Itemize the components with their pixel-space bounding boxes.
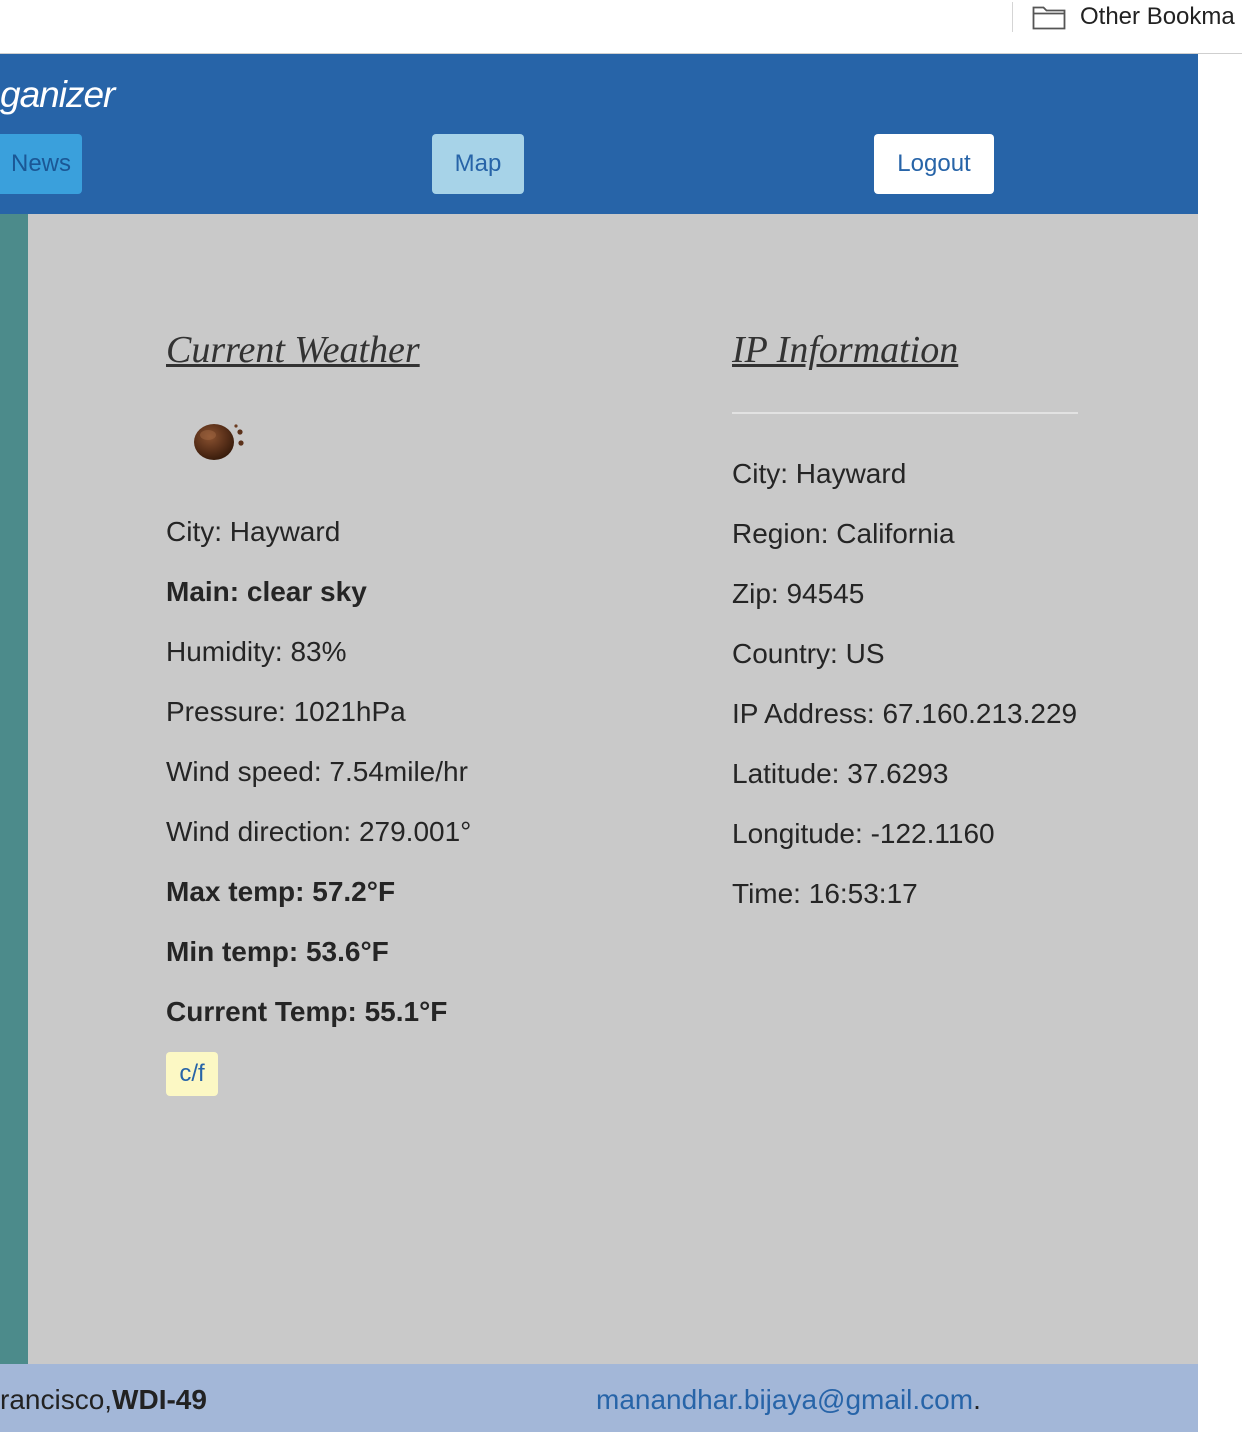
weather-min-temp: Min temp: 53.6°F bbox=[166, 936, 389, 967]
ip-region: Region: California bbox=[732, 518, 955, 549]
ip-time: Time: 16:53:17 bbox=[732, 878, 918, 909]
weather-max-temp: Max temp: 57.2°F bbox=[166, 876, 396, 907]
unit-toggle-button[interactable]: c/f bbox=[166, 1052, 218, 1096]
side-bar bbox=[0, 214, 28, 1364]
footer: rancisco,WDI-49 manandhar.bijaya@gmail.c… bbox=[0, 1364, 1198, 1432]
main-content: Current Weather City: Hayward Main: clea… bbox=[0, 214, 1198, 1364]
folder-icon bbox=[1032, 6, 1066, 30]
ip-divider bbox=[732, 412, 1078, 414]
weather-humidity: Humidity: 83% bbox=[166, 636, 347, 667]
navbar: ganizer News Map Logout bbox=[0, 54, 1198, 214]
ip-latitude: Latitude: 37.6293 bbox=[732, 758, 949, 789]
ip-longitude: Longitude: -122.1160 bbox=[732, 818, 995, 849]
footer-course: WDI-49 bbox=[112, 1384, 207, 1415]
weather-pressure: Pressure: 1021hPa bbox=[166, 696, 406, 727]
other-bookmarks-button[interactable]: Other Bookma bbox=[1032, 2, 1235, 32]
weather-city: City: Hayward bbox=[166, 516, 341, 547]
weather-title: Current Weather bbox=[166, 329, 420, 371]
footer-credit: rancisco,WDI-49 bbox=[0, 1384, 207, 1416]
window-right-margin bbox=[1198, 54, 1242, 1432]
brand-title[interactable]: ganizer bbox=[0, 74, 115, 116]
other-bookmarks-label: Other Bookma bbox=[1080, 3, 1235, 30]
ip-country: Country: US bbox=[732, 638, 885, 669]
weather-main: Main: clear sky bbox=[166, 576, 367, 607]
weather-icon bbox=[194, 424, 244, 460]
map-button[interactable]: Map bbox=[432, 134, 524, 194]
bookmark-separator bbox=[1012, 2, 1013, 32]
weather-current-temp: Current Temp: 55.1°F bbox=[166, 996, 448, 1027]
footer-location: rancisco, bbox=[0, 1384, 113, 1415]
footer-contact: manandhar.bijaya@gmail.com. bbox=[596, 1384, 981, 1416]
ip-info-title: IP Information bbox=[732, 329, 959, 371]
weather-wind-direction: Wind direction: 279.001° bbox=[166, 816, 472, 847]
ip-city: City: Hayward bbox=[732, 458, 907, 489]
weather-wind-speed: Wind speed: 7.54mile/hr bbox=[166, 756, 468, 787]
footer-email-link[interactable]: manandhar.bijaya@gmail.com bbox=[596, 1384, 973, 1415]
footer-trailing: . bbox=[973, 1384, 981, 1415]
ip-zip: Zip: 94545 bbox=[732, 578, 865, 609]
logout-button[interactable]: Logout bbox=[874, 134, 994, 194]
news-button[interactable]: News bbox=[0, 134, 82, 194]
bookmarks-bar: Other Bookma bbox=[0, 0, 1242, 54]
ip-address: IP Address: 67.160.213.229 bbox=[732, 698, 1078, 729]
